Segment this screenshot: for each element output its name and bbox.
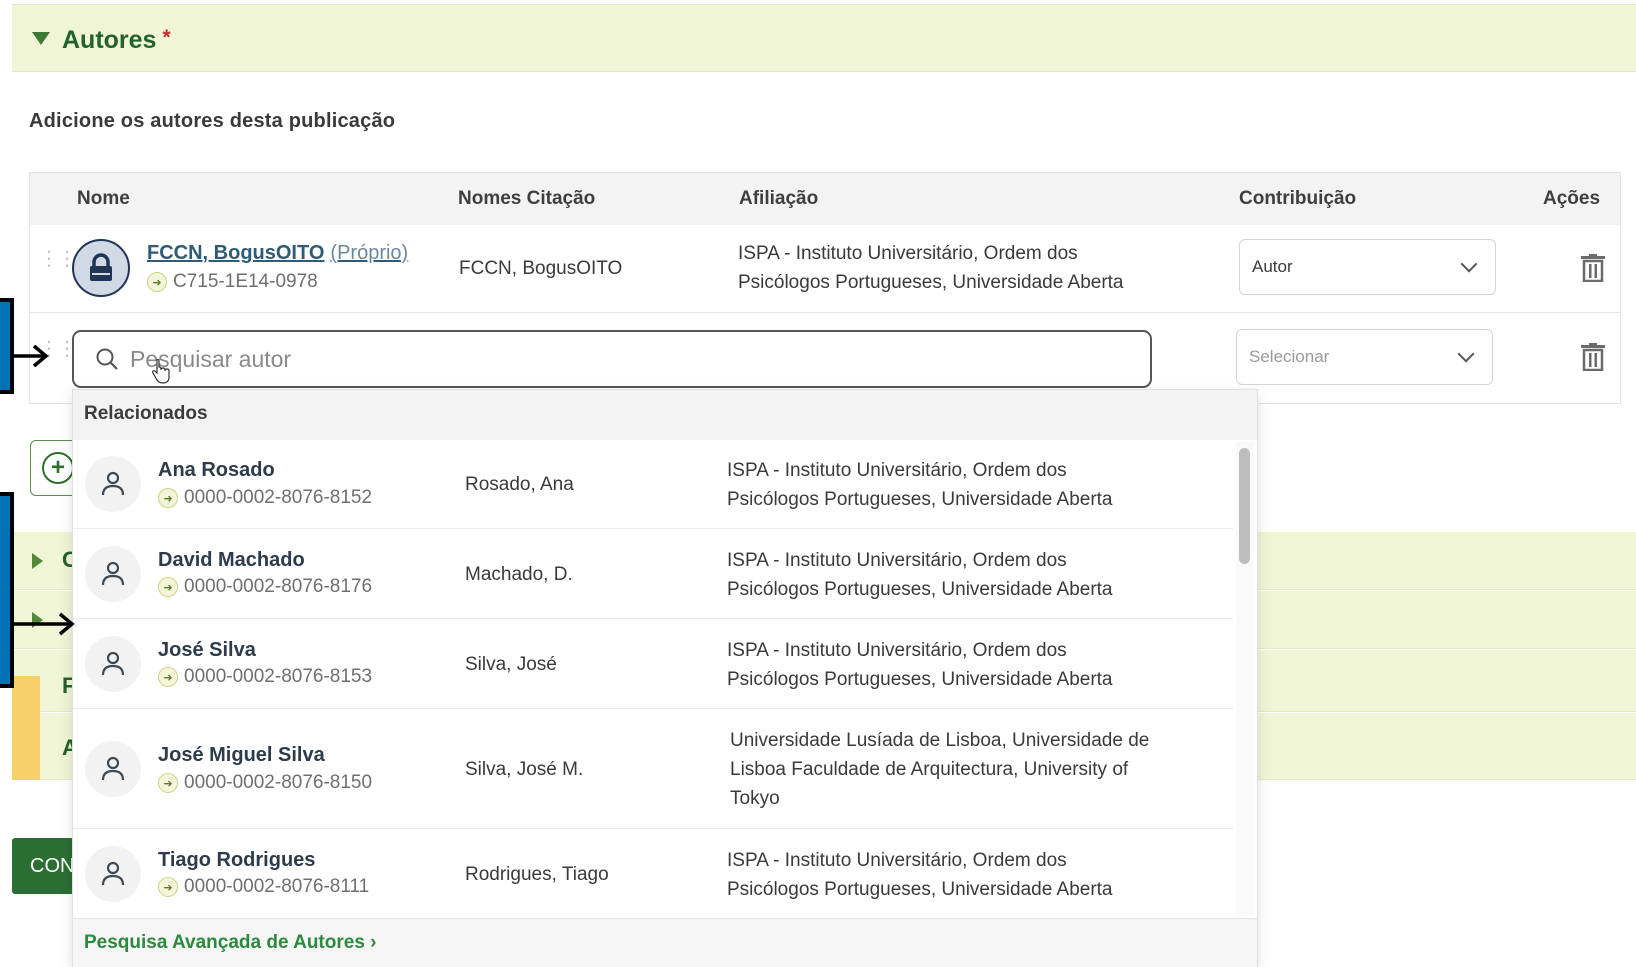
- person-avatar: [85, 546, 141, 602]
- search-author-input[interactable]: Pesquisar autor: [72, 330, 1152, 388]
- person-avatar: [85, 741, 141, 797]
- authors-section-header[interactable]: [12, 4, 1636, 72]
- person-icon: [101, 756, 125, 781]
- dropdown-header: [73, 390, 1257, 440]
- annotation-arrow-icon: [10, 344, 49, 368]
- dropdown-header-label: Relacionados: [84, 403, 208, 424]
- table-header: [30, 173, 1620, 225]
- trash-icon[interactable]: [1581, 343, 1605, 371]
- person-icon: [101, 471, 125, 496]
- scrollbar-thumb[interactable]: [1239, 448, 1250, 564]
- author-option-affiliation: ISPA - Instituto Universitário, Ordem do…: [727, 640, 1067, 661]
- author-option-name: José Silva: [158, 639, 256, 661]
- own-label: (Próprio): [330, 242, 409, 264]
- author-option-name: Tiago Rodrigues: [158, 849, 316, 871]
- author-option-name: José Miguel Silva: [158, 744, 325, 766]
- add-circle-icon[interactable]: +: [42, 452, 74, 484]
- author-option-orcid: ➜ 0000-0002-8076-8153: [158, 666, 372, 688]
- section-title: Autores *: [62, 26, 171, 54]
- lock-avatar-icon: [72, 239, 130, 297]
- header-citation: Nomes Citação: [458, 188, 596, 209]
- author-option-citation: Rosado, Ana: [465, 474, 574, 495]
- person-avatar: [85, 456, 141, 512]
- header-affiliation: Afiliação: [739, 188, 819, 209]
- trash-icon[interactable]: [1581, 254, 1605, 282]
- author-option-orcid: ➜ 0000-0002-8076-8111: [158, 876, 369, 898]
- author-option-affiliation: ISPA - Instituto Universitário, Ordem do…: [727, 850, 1067, 871]
- search-icon: [96, 348, 118, 370]
- drag-handle-icon[interactable]: ⋮⋮: [39, 249, 77, 269]
- orcid-icon: ➜: [158, 488, 178, 508]
- collapse-triangle-icon[interactable]: [32, 32, 50, 45]
- orcid-icon: ➜: [158, 577, 178, 597]
- author-option-affiliation: Psicólogos Portugueses, Universidade Abe…: [727, 879, 1113, 900]
- author-id: ➜ C715-1E14-0978: [147, 271, 318, 293]
- person-avatar: [85, 846, 141, 902]
- annotation-box: [0, 492, 14, 688]
- author-option-orcid: ➜ 0000-0002-8076-8176: [158, 576, 372, 598]
- author-option-orcid: ➜ 0000-0002-8076-8150: [158, 772, 372, 794]
- author-option-citation: Rodrigues, Tiago: [465, 864, 609, 885]
- chevron-down-icon: [1460, 255, 1478, 273]
- orcid-icon: ➜: [158, 773, 178, 793]
- author-option-name: Ana Rosado: [158, 459, 275, 481]
- contribution-select[interactable]: Selecionar: [1236, 329, 1493, 385]
- orcid-icon: ➜: [158, 667, 178, 687]
- id-link-icon: ➜: [147, 272, 167, 292]
- orcid-icon: ➜: [158, 877, 178, 897]
- person-icon: [101, 561, 125, 586]
- author-option-affiliation: ISPA - Instituto Universitário, Ordem do…: [727, 460, 1067, 481]
- author-option-citation: Machado, D.: [465, 564, 573, 585]
- author-option-citation: Silva, José M.: [465, 759, 584, 780]
- author-option-affiliation: Lisboa Faculdade de Arquitectura, Univer…: [730, 759, 1129, 780]
- author-option-affiliation: Universidade Lusíada de Lisboa, Universi…: [730, 730, 1150, 751]
- author-name-link[interactable]: FCCN, BogusOITO (Próprio): [147, 242, 408, 265]
- header-name: Nome: [77, 188, 130, 209]
- author-option-affiliation: ISPA - Instituto Universitário, Ordem do…: [727, 550, 1067, 571]
- chevron-down-icon: [1457, 345, 1475, 363]
- annotation-arrow-icon: [10, 612, 75, 636]
- author-option-affiliation: Tokyo: [730, 788, 780, 809]
- header-actions: Ações: [1543, 188, 1601, 209]
- hand-cursor-icon: [151, 359, 170, 384]
- highlight-marker: [12, 676, 40, 780]
- contribution-select[interactable]: Autor: [1239, 239, 1496, 295]
- author-option-citation: Silva, José: [465, 654, 557, 675]
- author-option-name: David Machado: [158, 549, 305, 571]
- author-option-orcid: ➜ 0000-0002-8076-8152: [158, 487, 372, 509]
- required-marker: *: [162, 26, 171, 49]
- author-option-affiliation: Psicólogos Portugueses, Universidade Abe…: [727, 489, 1113, 510]
- continue-button[interactable]: CON: [12, 838, 74, 894]
- person-avatar: [85, 636, 141, 692]
- affiliation-line-1: ISPA - Instituto Universitário, Ordem do…: [738, 243, 1078, 264]
- author-option-affiliation: Psicólogos Portugueses, Universidade Abe…: [727, 579, 1113, 600]
- header-contribution: Contribuição: [1239, 188, 1357, 209]
- author-option-affiliation: Psicólogos Portugueses, Universidade Abe…: [727, 669, 1113, 690]
- expand-triangle-icon[interactable]: [32, 553, 43, 569]
- section-intro: Adicione os autores desta publicação: [29, 110, 396, 132]
- person-icon: [101, 651, 125, 676]
- citation-name: FCCN, BogusOITO: [459, 258, 623, 279]
- advanced-search-link[interactable]: Pesquisa Avançada de Autores ›: [84, 932, 377, 954]
- affiliation-line-2: Psicólogos Portugueses, Universidade Abe…: [738, 272, 1124, 293]
- person-icon: [101, 861, 125, 886]
